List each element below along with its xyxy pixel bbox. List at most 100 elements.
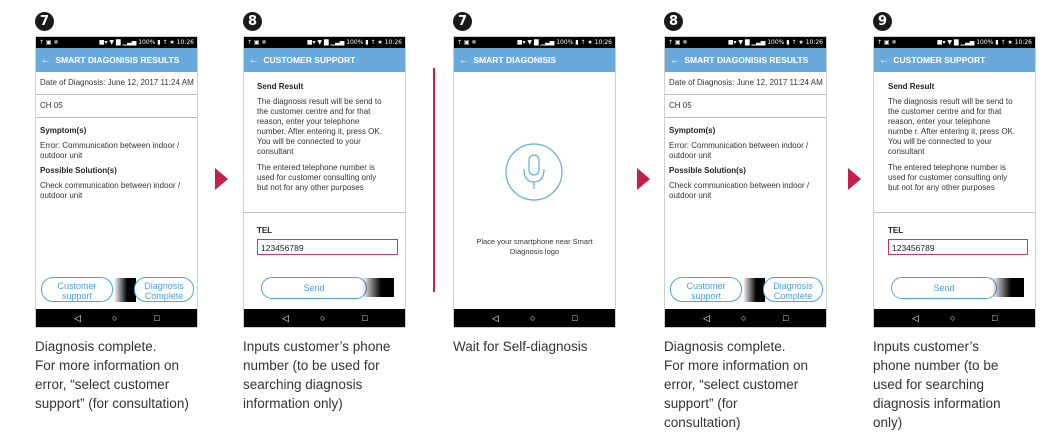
home-icon[interactable]: ○	[741, 309, 746, 327]
step-number: 7	[35, 12, 54, 31]
status-right-icons: ■▾ ▼ ▇ ▁▃▅ 100% ▮ ↑ ★ 10:26	[936, 39, 1032, 46]
caption-line: diagnosis information	[873, 396, 1001, 411]
text-line: number. After entering it, press OK.	[257, 127, 382, 136]
customer-support-button[interactable]: Customer support	[41, 277, 113, 302]
back-icon[interactable]: ◁	[912, 309, 919, 327]
nav-bar: ◁ ○ □	[454, 309, 615, 327]
status-left-icons: ↑ ▣ ✵	[39, 39, 59, 46]
caption-line: Inputs customer’s	[873, 339, 980, 354]
symptom-heading: Symptom(s)	[669, 126, 716, 135]
diagnosis-complete-label-1: Diagnosis	[773, 281, 813, 291]
diagnosis-date: Date of Diagnosis: June 12, 2017 11:24 A…	[40, 78, 194, 87]
text-line: but not for any other purposes	[257, 183, 364, 192]
recent-apps-icon[interactable]: □	[992, 309, 997, 327]
diagnosis-complete-label-2: Complete	[773, 291, 813, 301]
diagnosis-date: Date of Diagnosis: June 12, 2017 11:24 A…	[669, 78, 823, 87]
recent-apps-icon[interactable]: □	[783, 309, 788, 327]
caption-line: For more information on	[664, 358, 809, 373]
button-shadow	[362, 278, 394, 297]
back-arrow-icon[interactable]: ←	[41, 55, 51, 66]
status-bar: ↑ ▣ ✵ ■▾ ▼ ▇ ▁▃▅ 100% ▮ ↑ ★ 10:26	[665, 37, 826, 48]
phone-screen-results: ↑ ▣ ✵ ■▾ ▼ ▇ ▁▃▅ 100% ▮ ↑ ★ 10:26 ← SMAR…	[664, 36, 827, 328]
caption-line: number (to be used for	[243, 358, 380, 373]
support-content: Send Result The diagnosis result will be…	[244, 72, 405, 309]
home-icon[interactable]: ○	[320, 309, 325, 327]
caption-line: only)	[873, 415, 903, 430]
status-bar: ↑ ▣ ✵ ■▾ ▼ ▇ ▁▃▅ 100% ▮ ↑ ★ 10:26	[454, 37, 615, 48]
status-right-icons: ■▾ ▼ ▇ ▁▃▅ 100% ▮ ↑ ★ 10:26	[306, 39, 402, 46]
text-line: reason, enter your telephone	[888, 117, 991, 126]
button-shadow	[992, 278, 1024, 297]
back-arrow-icon[interactable]: ←	[459, 55, 469, 66]
send-button[interactable]: Send	[891, 277, 997, 299]
text-line: Place your smartphone near Smart	[476, 237, 593, 246]
app-bar: ← CUSTOMER SUPPORT	[874, 48, 1035, 72]
nav-bar: ◁ ○ □	[244, 309, 405, 327]
status-bar: ↑ ▣ ✵ ■▾ ▼ ▇ ▁▃▅ 100% ▮ ↑ ★ 10:26	[874, 37, 1035, 48]
diagnosis-complete-button[interactable]: Diagnosis Complete	[134, 277, 194, 302]
text-line: The diagnosis result will be send to	[888, 97, 1013, 106]
diagnosis-complete-label-2: Complete	[144, 291, 184, 301]
error-code: CH 05	[40, 101, 63, 110]
microphone-icon	[504, 142, 564, 202]
home-icon[interactable]: ○	[530, 309, 535, 327]
app-bar: ← SMART DIAGONISIS	[454, 48, 615, 72]
caption-line: error, “select customer	[664, 377, 799, 392]
back-icon[interactable]: ◁	[282, 309, 289, 327]
send-result-text: The diagnosis result will be send to the…	[888, 97, 1027, 157]
customer-support-button[interactable]: Customer support	[670, 277, 742, 302]
caption-line: consultation)	[664, 415, 741, 430]
back-icon[interactable]: ◁	[703, 309, 710, 327]
text-line: used for customer consulting only	[257, 173, 377, 182]
button-shadow	[114, 278, 136, 302]
step-caption: Diagnosis complete. For more information…	[35, 337, 220, 413]
back-arrow-icon[interactable]: ←	[670, 55, 680, 66]
symptom-text: Error: Communication between indoor / ou…	[669, 141, 809, 160]
phone-screen-customer-support: ↑ ▣ ✵ ■▾ ▼ ▇ ▁▃▅ 100% ▮ ↑ ★ 10:26 ← CUST…	[243, 36, 406, 328]
back-arrow-icon[interactable]: ←	[879, 55, 889, 66]
customer-support-label-1: Customer	[57, 281, 97, 291]
text-line: You will be connected to your	[888, 137, 992, 146]
text-line: Diagnosis logo	[509, 247, 560, 256]
text-line: The entered telephone number is	[257, 163, 375, 172]
back-icon[interactable]: ◁	[74, 309, 81, 327]
back-arrow-icon[interactable]: ←	[249, 55, 259, 66]
status-left-icons: ↑ ▣ ✵	[457, 39, 477, 46]
recent-apps-icon[interactable]: □	[362, 309, 367, 327]
nav-bar: ◁ ○ □	[874, 309, 1035, 327]
step-caption: Inputs customer’s phone number (to be us…	[873, 337, 1038, 432]
privacy-text: The entered telephone number is used for…	[888, 163, 1027, 193]
page-title: CUSTOMER SUPPORT	[263, 55, 356, 65]
tel-input[interactable]: 123456789	[257, 239, 398, 255]
home-icon[interactable]: ○	[112, 309, 117, 327]
status-bar: ↑ ▣ ✵ ■▾ ▼ ▇ ▁▃▅ 100% ▮ ↑ ★ 10:26	[244, 37, 405, 48]
caption-line: phone number (to be	[873, 358, 999, 373]
diagnosis-complete-button[interactable]: Diagnosis Complete	[763, 277, 823, 302]
recent-apps-icon[interactable]: □	[572, 309, 577, 327]
privacy-text: The entered telephone number is used for…	[257, 163, 395, 193]
text-line: The entered telephone number is	[888, 163, 1006, 172]
diagnosis-complete-label-1: Diagnosis	[144, 281, 184, 291]
page-title: SMART DIAGONISIS RESULTS	[684, 55, 809, 65]
send-result-heading: Send Result	[888, 82, 935, 91]
status-right-icons: ■▾ ▼ ▇ ▁▃▅ 100% ▮ ↑ ★ 10:26	[516, 39, 612, 46]
phone-screen-results: ↑ ▣ ✵ ■▾ ▼ ▇ ▁▃▅ 100% ▮ ↑ ★ 10:26 ← SMAR…	[35, 36, 198, 328]
tel-input[interactable]: 123456789	[888, 239, 1028, 255]
home-icon[interactable]: ○	[950, 309, 955, 327]
solution-heading: Possible Solution(s)	[40, 166, 117, 175]
text-line: numbe r. After entering it, press OK.	[888, 127, 1016, 136]
back-icon[interactable]: ◁	[492, 309, 499, 327]
solution-text: Check communication between indoor / out…	[40, 181, 181, 200]
status-bar: ↑ ▣ ✵ ■▾ ▼ ▇ ▁▃▅ 100% ▮ ↑ ★ 10:26	[36, 37, 197, 48]
caption-line: used for searching	[873, 377, 985, 392]
send-button[interactable]: Send	[261, 277, 367, 299]
step-caption: Diagnosis complete. For more information…	[664, 337, 844, 432]
status-left-icons: ↑ ▣ ✵	[668, 39, 688, 46]
caption-line: error, “select customer	[35, 377, 170, 392]
tel-label: TEL	[888, 226, 904, 235]
caption-line: information only)	[243, 396, 343, 411]
phone-screen-customer-support: ↑ ▣ ✵ ■▾ ▼ ▇ ▁▃▅ 100% ▮ ↑ ★ 10:26 ← CUST…	[873, 36, 1036, 328]
status-right-icons: ■▾ ▼ ▇ ▁▃▅ 100% ▮ ↑ ★ 10:26	[727, 39, 823, 46]
status-left-icons: ↑ ▣ ✵	[877, 39, 897, 46]
recent-apps-icon[interactable]: □	[154, 309, 159, 327]
